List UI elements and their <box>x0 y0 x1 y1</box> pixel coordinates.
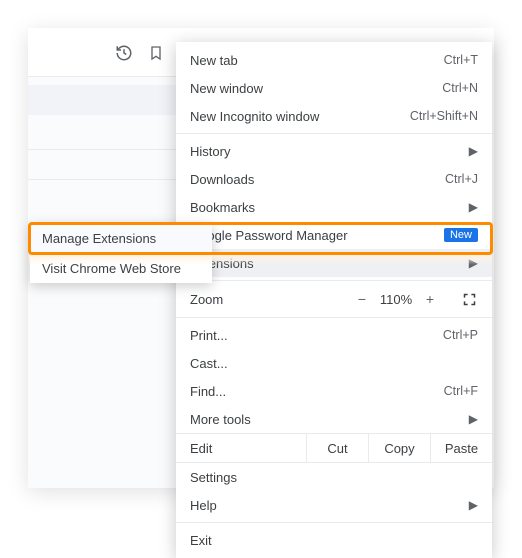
chevron-right-icon: ▶ <box>469 256 478 270</box>
menu-item-label: Bookmarks <box>190 200 463 215</box>
menu-item-label: More tools <box>190 412 463 427</box>
cut-button[interactable]: Cut <box>306 433 368 463</box>
manage-extensions-item[interactable]: Manage Extensions <box>30 223 212 253</box>
menu-item-label: Exit <box>190 533 478 548</box>
menu-item-shortcut: Ctrl+J <box>445 172 478 186</box>
chevron-right-icon: ▶ <box>469 144 478 158</box>
extensions-submenu: Manage Extensions Visit Chrome Web Store <box>30 223 212 283</box>
zoom-value: 110% <box>374 292 418 307</box>
menu-item-label: Downloads <box>190 172 445 187</box>
menu-item-extensions[interactable]: Extensions ▶ <box>176 249 492 277</box>
menu-item-shortcut: Ctrl+Shift+N <box>410 109 478 123</box>
menu-item-downloads[interactable]: Downloads Ctrl+J <box>176 165 492 193</box>
menu-item-zoom: Zoom − 110% + <box>176 284 492 314</box>
bookmark-icon[interactable] <box>142 39 170 67</box>
paste-button[interactable]: Paste <box>430 433 492 463</box>
menu-item-label: Zoom <box>190 292 350 307</box>
menu-item-label: New window <box>190 81 442 96</box>
menu-separator <box>176 522 492 523</box>
chevron-right-icon: ▶ <box>469 200 478 214</box>
menu-item-cast[interactable]: Cast... <box>176 349 492 377</box>
chrome-main-menu: New tab Ctrl+T New window Ctrl+N New Inc… <box>176 42 492 558</box>
menu-item-new-tab[interactable]: New tab Ctrl+T <box>176 46 492 74</box>
menu-item-label: Find... <box>190 384 444 399</box>
zoom-out-button[interactable]: − <box>350 291 374 307</box>
menu-item-shortcut: Ctrl+F <box>444 384 478 398</box>
chevron-right-icon: ▶ <box>469 412 478 426</box>
menu-item-edit: Edit Cut Copy Paste <box>176 433 492 463</box>
menu-separator <box>176 133 492 134</box>
menu-item-label: History <box>190 144 463 159</box>
menu-item-settings[interactable]: Settings <box>176 463 492 491</box>
submenu-item-label: Visit Chrome Web Store <box>42 261 181 276</box>
copy-button[interactable]: Copy <box>368 433 430 463</box>
menu-item-password-manager[interactable]: Google Password Manager New <box>176 221 492 249</box>
menu-item-more-tools[interactable]: More tools ▶ <box>176 405 492 433</box>
menu-item-label: Cast... <box>190 356 478 371</box>
visit-chrome-web-store-item[interactable]: Visit Chrome Web Store <box>30 253 212 283</box>
menu-item-shortcut: Ctrl+P <box>443 328 478 342</box>
zoom-in-button[interactable]: + <box>418 291 442 307</box>
menu-item-label: New tab <box>190 53 444 68</box>
menu-item-new-window[interactable]: New window Ctrl+N <box>176 74 492 102</box>
chevron-right-icon: ▶ <box>469 498 478 512</box>
menu-item-history[interactable]: History ▶ <box>176 137 492 165</box>
menu-item-label: Extensions <box>190 256 463 271</box>
new-badge: New <box>444 228 478 242</box>
menu-item-print[interactable]: Print... Ctrl+P <box>176 321 492 349</box>
menu-item-label: Print... <box>190 328 443 343</box>
menu-item-label: Google Password Manager <box>190 228 436 243</box>
menu-item-find[interactable]: Find... Ctrl+F <box>176 377 492 405</box>
menu-separator <box>176 317 492 318</box>
zoom-controls: − 110% + <box>350 291 442 307</box>
menu-item-bookmarks[interactable]: Bookmarks ▶ <box>176 193 492 221</box>
menu-item-label: Help <box>190 498 463 513</box>
menu-item-label: Settings <box>190 470 478 485</box>
menu-item-exit[interactable]: Exit <box>176 526 492 554</box>
menu-item-label: Edit <box>176 441 306 456</box>
menu-item-incognito[interactable]: New Incognito window Ctrl+Shift+N <box>176 102 492 130</box>
history-icon[interactable] <box>110 39 138 67</box>
menu-item-label: New Incognito window <box>190 109 410 124</box>
menu-separator <box>176 280 492 281</box>
menu-item-shortcut: Ctrl+T <box>444 53 478 67</box>
submenu-item-label: Manage Extensions <box>42 231 156 246</box>
fullscreen-icon[interactable] <box>460 290 478 308</box>
window: Manage Extensions Visit Chrome Web Store… <box>28 28 494 488</box>
menu-item-shortcut: Ctrl+N <box>442 81 478 95</box>
